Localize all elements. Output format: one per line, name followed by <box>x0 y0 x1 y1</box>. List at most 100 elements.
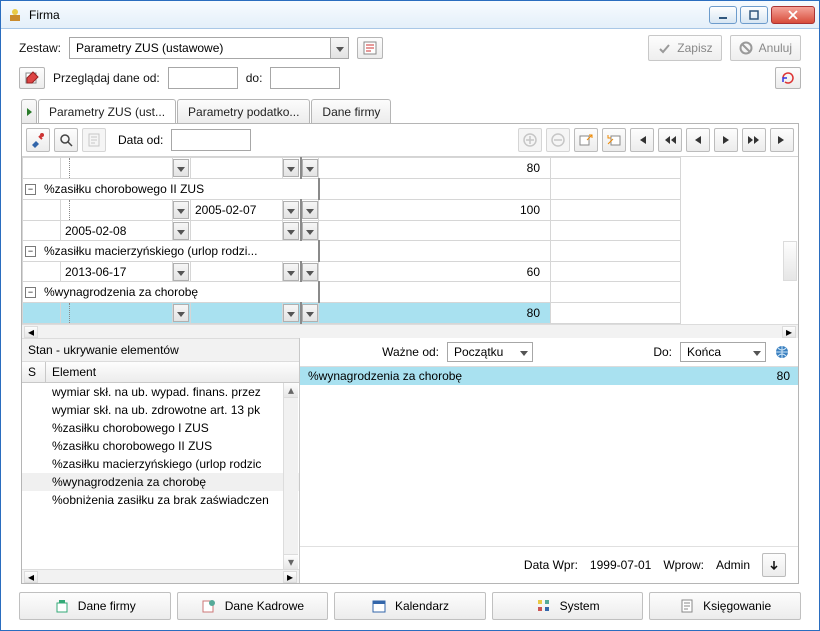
browse-to-input[interactable] <box>270 67 340 89</box>
globe-icon[interactable] <box>774 344 790 360</box>
col-s-header[interactable]: S <box>22 362 46 382</box>
data-od-input[interactable] <box>171 129 251 151</box>
list-item[interactable]: %zasiłku macierzyńskiego (urlop rodzic <box>22 455 299 473</box>
list-item[interactable]: wymiar skł. na ub. zdrowotne art. 13 pk <box>22 401 299 419</box>
dropdown-button[interactable] <box>302 222 318 240</box>
do-dropdown[interactable]: Końca <box>680 342 766 362</box>
bottom-ksiegowanie-button[interactable]: Księgowanie <box>649 592 801 620</box>
dropdown-button[interactable] <box>302 304 318 322</box>
anuluj-button[interactable]: Anuluj <box>730 35 801 61</box>
list-horizontal-scrollbar[interactable]: ◂ ▸ <box>22 569 299 583</box>
nav-first-button[interactable] <box>630 128 654 152</box>
tree-collapse-button[interactable]: − <box>25 287 36 298</box>
parameters-grid[interactable]: 80 −%zasiłku chorobowego II ZUS 2005-02-… <box>22 157 798 324</box>
grid-cell-date[interactable]: 2005-02-08 <box>61 221 173 241</box>
zestaw-dropdown-button[interactable] <box>330 38 348 58</box>
tab-dane-firmy[interactable]: Dane firmy <box>311 99 391 123</box>
grid-cell-date[interactable]: 2005-02-07 <box>191 200 283 221</box>
dropdown-button[interactable] <box>173 201 189 219</box>
grid-export-button[interactable] <box>574 128 598 152</box>
list-item[interactable]: wymiar skł. na ub. wypad. finans. przez <box>22 383 299 401</box>
list-item[interactable]: %obniżenia zasiłku za brak zaświadczen <box>22 491 299 509</box>
list-item[interactable]: %zasiłku chorobowego I ZUS <box>22 419 299 437</box>
detail-row[interactable]: %wynagrodzenia za chorobę 80 <box>300 367 798 385</box>
add-record-button[interactable] <box>518 128 542 152</box>
nav-fast-back-button[interactable] <box>658 128 682 152</box>
grid-cell-value: 100 <box>520 203 540 217</box>
grid-cell-date[interactable]: 2013-06-17 <box>61 262 173 282</box>
browse-from-input[interactable] <box>168 67 238 89</box>
dropdown-button[interactable] <box>283 222 299 240</box>
col-element-header[interactable]: Element <box>46 362 299 382</box>
dropdown-button[interactable] <box>302 159 318 177</box>
dropdown-button[interactable] <box>173 263 189 281</box>
dropdown-button[interactable] <box>302 201 318 219</box>
chevron-down-icon <box>336 41 344 55</box>
element-list-header: S Element <box>22 362 299 383</box>
window-title: Firma <box>29 8 709 22</box>
tree-collapse-button[interactable]: − <box>25 184 36 195</box>
report-button[interactable] <box>82 128 106 152</box>
bottom-kalendarz-button[interactable]: Kalendarz <box>334 592 486 620</box>
dropdown-button[interactable] <box>173 304 189 322</box>
remove-record-button[interactable] <box>546 128 570 152</box>
edit-list-button[interactable] <box>19 67 45 89</box>
scroll-right-button[interactable]: ▸ <box>283 571 297 583</box>
app-icon <box>7 7 23 23</box>
tree-collapse-button[interactable]: − <box>25 246 36 257</box>
dropdown-button[interactable] <box>173 159 189 177</box>
do-label: Do: <box>653 345 672 359</box>
zestaw-pick-button[interactable] <box>357 37 383 59</box>
grid-horizontal-scrollbar[interactable]: ◂ ▸ <box>22 324 798 338</box>
grid-import-button[interactable] <box>602 128 626 152</box>
tab-parametry-zus[interactable]: Parametry ZUS (ust... <box>38 99 176 123</box>
dropdown-button[interactable] <box>283 304 299 322</box>
bottom-dane-firmy-button[interactable]: Dane firmy <box>19 592 171 620</box>
wazne-od-dropdown[interactable]: Początku <box>447 342 533 362</box>
bottom-label: System <box>560 599 600 613</box>
status-details-button[interactable] <box>762 553 786 577</box>
play-icon <box>27 105 32 119</box>
window-minimize-button[interactable] <box>709 6 737 24</box>
scroll-down-button[interactable]: ▾ <box>284 554 298 569</box>
bottom-label: Dane firmy <box>78 599 136 613</box>
dropdown-button[interactable] <box>283 159 299 177</box>
bottom-system-button[interactable]: System <box>492 592 644 620</box>
list-item[interactable]: %wynagrodzenia za chorobę <box>22 473 299 491</box>
bottom-label: Księgowanie <box>703 599 771 613</box>
detail-row-label: %wynagrodzenia za chorobę <box>308 369 777 383</box>
status-datawpr-label: Data Wpr: <box>524 558 578 572</box>
tab-parametry-podatkowe[interactable]: Parametry podatko... <box>177 99 310 123</box>
dropdown-button[interactable] <box>173 222 189 240</box>
scroll-right-button[interactable]: ▸ <box>782 326 796 338</box>
zestaw-input[interactable] <box>70 38 330 58</box>
run-tab-button[interactable] <box>21 99 37 123</box>
scroll-left-button[interactable]: ◂ <box>24 571 38 583</box>
zapisz-label: Zapisz <box>677 41 712 55</box>
nav-last-button[interactable] <box>770 128 794 152</box>
window-close-button[interactable] <box>771 6 815 24</box>
element-list[interactable]: wymiar skł. na ub. wypad. finans. przez … <box>22 383 299 569</box>
list-item[interactable]: %zasiłku chorobowego II ZUS <box>22 437 299 455</box>
zestaw-combo[interactable] <box>69 37 349 59</box>
tools-config-button[interactable] <box>26 128 50 152</box>
wazne-od-value: Początku <box>454 345 514 359</box>
status-wprow-label: Wprow: <box>663 558 704 572</box>
nav-fast-fwd-button[interactable] <box>742 128 766 152</box>
browse-from-label: Przeglądaj dane od: <box>53 71 160 85</box>
grid-vertical-scrollbar-thumb[interactable] <box>783 241 797 281</box>
search-button[interactable] <box>54 128 78 152</box>
zapisz-button[interactable]: Zapisz <box>648 35 721 61</box>
scroll-left-button[interactable]: ◂ <box>24 326 38 338</box>
refresh-button[interactable] <box>775 67 801 89</box>
dropdown-button[interactable] <box>302 263 318 281</box>
chevron-down-icon <box>177 161 185 175</box>
list-vertical-scrollbar[interactable]: ▴ ▾ <box>283 383 298 569</box>
dropdown-button[interactable] <box>283 263 299 281</box>
nav-prev-button[interactable] <box>686 128 710 152</box>
nav-next-button[interactable] <box>714 128 738 152</box>
window-maximize-button[interactable] <box>740 6 768 24</box>
scroll-up-button[interactable]: ▴ <box>284 383 298 398</box>
bottom-dane-kadrowe-button[interactable]: Dane Kadrowe <box>177 592 329 620</box>
dropdown-button[interactable] <box>283 201 299 219</box>
